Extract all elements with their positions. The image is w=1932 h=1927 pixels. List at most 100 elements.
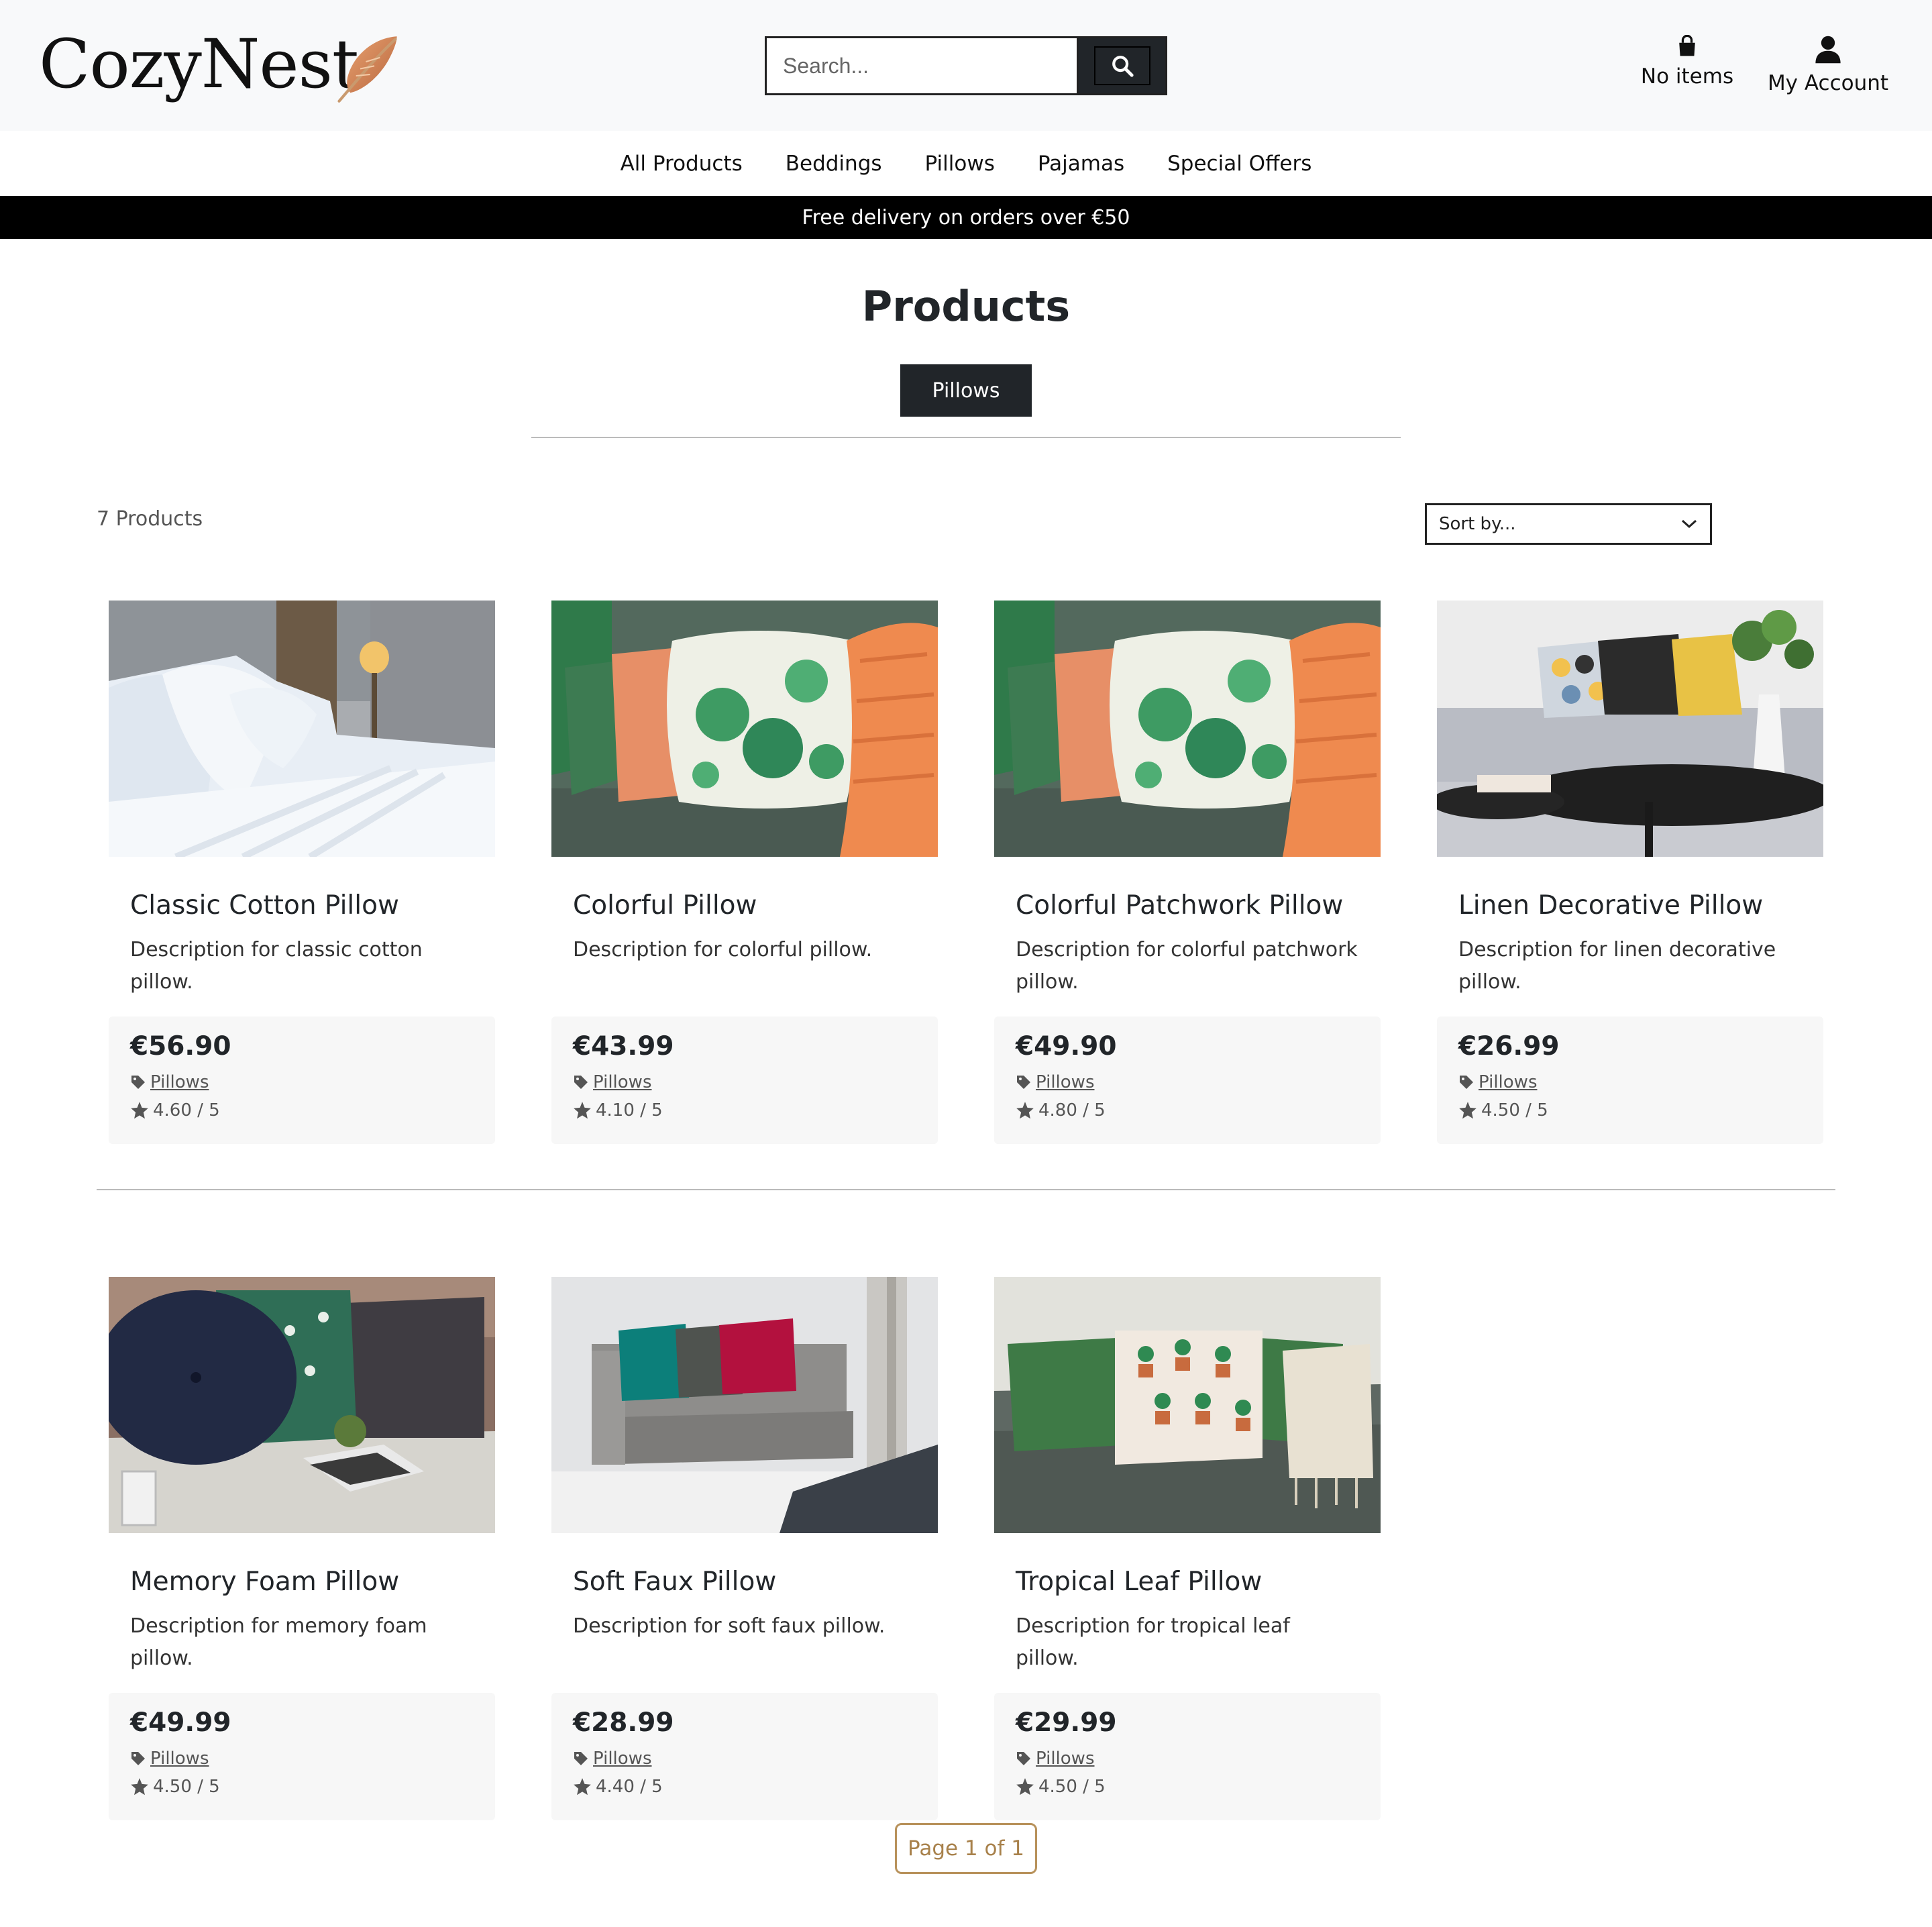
product-image[interactable] bbox=[994, 601, 1381, 857]
product-name[interactable]: Colorful Pillow bbox=[573, 890, 938, 921]
tag-icon bbox=[574, 1076, 588, 1089]
page-title: Products bbox=[861, 282, 1071, 331]
account-label: My Account bbox=[1767, 71, 1889, 95]
product-category: Pillows bbox=[1016, 1072, 1359, 1092]
product-name[interactable]: Tropical Leaf Pillow bbox=[1016, 1567, 1381, 1597]
product-description: Description for linen decorative pillow. bbox=[1458, 938, 1776, 994]
user-icon bbox=[1815, 36, 1841, 64]
cart-label: No items bbox=[1640, 64, 1734, 89]
product-price: €28.99 bbox=[573, 1708, 674, 1738]
search-input[interactable] bbox=[765, 36, 1077, 95]
shopping-bag-icon bbox=[1679, 35, 1695, 56]
product-card-footer: €49.99 Pillows 4.50 / 5 bbox=[109, 1693, 495, 1820]
product-category-link[interactable]: Pillows bbox=[593, 1072, 652, 1092]
product-description: Description for memory foam pillow. bbox=[130, 1614, 427, 1670]
product-card[interactable]: Colorful Pillow Description for colorful… bbox=[551, 601, 938, 1144]
product-price: €56.90 bbox=[130, 1031, 231, 1061]
product-price: €49.90 bbox=[1016, 1031, 1117, 1061]
product-image[interactable] bbox=[551, 1277, 938, 1533]
product-rating-value: 4.10 / 5 bbox=[596, 1100, 663, 1121]
product-category-link[interactable]: Pillows bbox=[150, 1072, 209, 1092]
product-count: 7 Products bbox=[97, 507, 203, 531]
star-icon bbox=[131, 1778, 148, 1795]
product-rating-value: 4.40 / 5 bbox=[596, 1777, 663, 1797]
product-category: Pillows bbox=[130, 1749, 474, 1769]
product-category-link[interactable]: Pillows bbox=[150, 1749, 209, 1769]
product-rating-value: 4.80 / 5 bbox=[1038, 1100, 1106, 1121]
tag-icon bbox=[131, 1076, 145, 1089]
product-name[interactable]: Linen Decorative Pillow bbox=[1458, 890, 1823, 921]
product-rating: 4.10 / 5 bbox=[573, 1100, 916, 1121]
sort-select[interactable]: Sort by... bbox=[1425, 503, 1712, 545]
product-card[interactable]: Classic Cotton Pillow Description for cl… bbox=[109, 601, 495, 1144]
product-card[interactable]: Soft Faux Pillow Description for soft fa… bbox=[551, 1277, 938, 1820]
product-price: €26.99 bbox=[1458, 1031, 1560, 1061]
product-name[interactable]: Classic Cotton Pillow bbox=[130, 890, 495, 921]
star-icon bbox=[574, 1102, 591, 1119]
product-image[interactable] bbox=[994, 1277, 1381, 1533]
cart-link[interactable]: No items bbox=[1630, 35, 1744, 89]
product-image[interactable] bbox=[109, 601, 495, 857]
product-price: €29.99 bbox=[1016, 1708, 1117, 1738]
product-card-footer: €49.90 Pillows 4.80 / 5 bbox=[994, 1017, 1381, 1144]
product-rating-value: 4.50 / 5 bbox=[1481, 1100, 1548, 1121]
product-rating: 4.50 / 5 bbox=[130, 1777, 474, 1797]
account-link[interactable]: My Account bbox=[1764, 35, 1892, 95]
product-rating: 4.50 / 5 bbox=[1016, 1777, 1359, 1797]
site-header: CozyNest No items bbox=[0, 0, 1932, 131]
tag-icon bbox=[131, 1752, 145, 1765]
product-image[interactable] bbox=[551, 601, 938, 857]
product-image[interactable] bbox=[109, 1277, 495, 1533]
product-category: Pillows bbox=[130, 1072, 474, 1092]
product-card-footer: €28.99 Pillows 4.40 / 5 bbox=[551, 1693, 938, 1820]
product-card[interactable]: Memory Foam Pillow Description for memor… bbox=[109, 1277, 495, 1820]
product-card-footer: €26.99 Pillows 4.50 / 5 bbox=[1437, 1017, 1823, 1144]
product-card[interactable]: Tropical Leaf Pillow Description for tro… bbox=[994, 1277, 1381, 1820]
site-logo-text[interactable]: CozyNest bbox=[39, 31, 359, 98]
product-category-link[interactable]: Pillows bbox=[593, 1749, 652, 1769]
product-card-footer: €43.99 Pillows 4.10 / 5 bbox=[551, 1017, 938, 1144]
product-description: Description for soft faux pillow. bbox=[573, 1614, 885, 1638]
product-card[interactable]: Colorful Patchwork Pillow Description fo… bbox=[994, 601, 1381, 1144]
nav-item-pillows[interactable]: Pillows bbox=[925, 152, 995, 176]
delivery-banner-text: Free delivery on orders over €50 bbox=[802, 205, 1130, 229]
product-card-footer: €56.90 Pillows 4.60 / 5 bbox=[109, 1017, 495, 1144]
feather-icon bbox=[337, 36, 397, 103]
product-name[interactable]: Soft Faux Pillow bbox=[573, 1567, 938, 1597]
tag-icon bbox=[1017, 1752, 1030, 1765]
product-category: Pillows bbox=[573, 1072, 916, 1092]
product-image[interactable] bbox=[1437, 601, 1823, 857]
product-rating-value: 4.60 / 5 bbox=[153, 1100, 220, 1121]
tag-icon bbox=[1460, 1076, 1473, 1089]
search-icon bbox=[1112, 56, 1134, 77]
product-card[interactable]: Linen Decorative Pillow Description for … bbox=[1437, 601, 1823, 1144]
star-icon bbox=[1016, 1778, 1034, 1795]
nav-item-all-products[interactable]: All Products bbox=[621, 152, 743, 176]
product-rating: 4.40 / 5 bbox=[573, 1777, 916, 1797]
product-category-link[interactable]: Pillows bbox=[1036, 1749, 1095, 1769]
product-name[interactable]: Colorful Patchwork Pillow bbox=[1016, 890, 1381, 921]
product-name[interactable]: Memory Foam Pillow bbox=[130, 1567, 495, 1597]
star-icon bbox=[1459, 1102, 1477, 1119]
product-rating-value: 4.50 / 5 bbox=[1038, 1777, 1106, 1797]
product-description: Description for classic cotton pillow. bbox=[130, 938, 423, 994]
star-icon bbox=[1016, 1102, 1034, 1119]
product-category-link[interactable]: Pillows bbox=[1036, 1072, 1095, 1092]
product-rating-value: 4.50 / 5 bbox=[153, 1777, 220, 1797]
product-description: Description for colorful pillow. bbox=[573, 938, 873, 961]
product-description: Description for colorful patchwork pillo… bbox=[1016, 938, 1358, 994]
search-button[interactable] bbox=[1077, 36, 1167, 95]
nav-item-pajamas[interactable]: Pajamas bbox=[1038, 152, 1124, 176]
search-button-inner bbox=[1093, 46, 1150, 85]
pagination-indicator[interactable]: Page 1 of 1 bbox=[895, 1823, 1037, 1874]
product-category: Pillows bbox=[573, 1749, 916, 1769]
product-rating: 4.60 / 5 bbox=[130, 1100, 474, 1121]
tag-icon bbox=[1017, 1076, 1030, 1089]
nav-item-beddings[interactable]: Beddings bbox=[786, 152, 882, 176]
product-category-link[interactable]: Pillows bbox=[1479, 1072, 1538, 1092]
nav-item-special-offers[interactable]: Special Offers bbox=[1167, 152, 1311, 176]
product-category: Pillows bbox=[1016, 1749, 1359, 1769]
star-icon bbox=[131, 1102, 148, 1119]
category-badge[interactable]: Pillows bbox=[900, 364, 1032, 417]
product-price: €49.99 bbox=[130, 1708, 231, 1738]
